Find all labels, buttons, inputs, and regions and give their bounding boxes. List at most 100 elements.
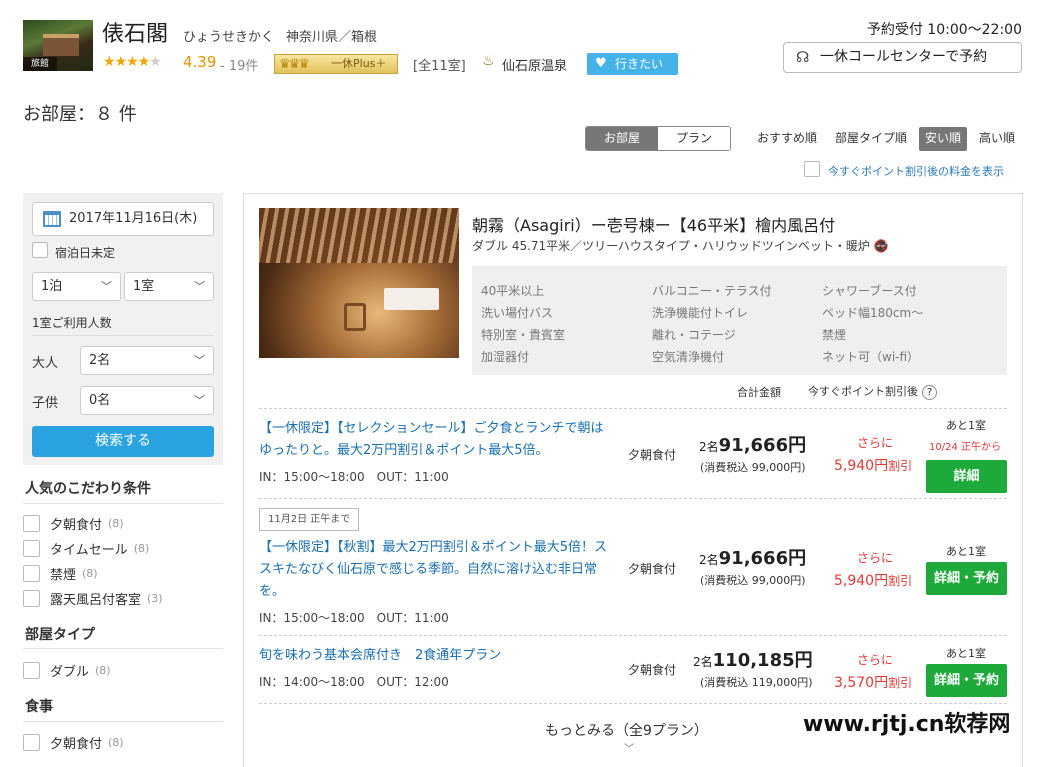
plus-badge: ♛♛♛ 一休Plus＋ [274, 54, 398, 74]
plan-detail-reserve-button[interactable]: 詳細・予約 [926, 664, 1007, 697]
filter-non-smoking[interactable]: 禁煙 (8) [23, 564, 98, 583]
plan-discount-suffix: 割引 [888, 459, 913, 473]
chevron-down-icon: ﹀ [101, 280, 112, 293]
show-more-plans-link[interactable]: もっとみる（全9プラン） [545, 720, 708, 740]
rating-stars: ★★★★★ [103, 54, 162, 70]
hotel-location[interactable]: 神奈川県／箱根 [286, 26, 377, 45]
plan-divider [259, 703, 1007, 704]
room-title[interactable]: 朝霧（Asagiri）ー壱号棟ー【46平米】檜内風呂付 [472, 212, 835, 236]
plan-deadline-tag: 11月2日 正午まで [259, 508, 360, 531]
checkin-date-field[interactable]: 2017年11月16日(木) [32, 202, 214, 236]
total-price-header: 合計金額 [737, 386, 781, 399]
plan-discount-value: 5,940円 [834, 458, 889, 474]
plan-checkin-time: IN：14:00〜18:00 OUT：12:00 [259, 675, 449, 689]
guests-label: 1室ご利用人数 [32, 316, 112, 330]
checkbox[interactable] [23, 564, 40, 582]
sort-cheap[interactable]: 安い順 [919, 127, 968, 151]
adults-label: 大人 [32, 356, 59, 371]
room-photo-chair [344, 303, 366, 331]
children-label: 子供 [32, 396, 59, 411]
point-discount-checkbox[interactable] [804, 161, 820, 177]
room-photo-bed [384, 288, 439, 310]
plan-price-value: 91,666円 [718, 548, 807, 569]
date-undecided-label[interactable]: 宿泊日未定 [55, 244, 115, 261]
filter-double[interactable]: ダブル (8) [23, 661, 111, 680]
plan-name-link[interactable]: 旬を味わう基本会席付き 2食通年プラン [259, 645, 614, 667]
plus-badge-label: 一休Plus＋ [331, 57, 387, 70]
hotel-type-tag: 旅館 [23, 57, 57, 71]
filter-label: タイムセール [50, 542, 128, 558]
plan-detail-button[interactable]: 詳細 [926, 460, 1007, 493]
hotel-thumbnail[interactable]: 旅館 [23, 20, 93, 71]
plan-price-tax: (消費税込 119,000円) [700, 676, 813, 689]
filter-time-sale[interactable]: タイムセール (8) [23, 539, 149, 558]
chevron-down-icon[interactable]: ﹀ [624, 740, 634, 755]
hotel-name: 俵石閣 [102, 22, 169, 47]
plan-further-label: さらに [857, 653, 894, 667]
plan-price: 2名91,666円 [699, 431, 806, 457]
filter-count: (8) [108, 735, 124, 749]
checkbox[interactable] [23, 539, 40, 557]
chevron-down-icon: ﹀ [194, 280, 205, 293]
nights-select[interactable]: 1泊 ﹀ [32, 272, 121, 301]
amenity: 特別室・貴賓室 [481, 328, 566, 342]
filter-label: 夕朝食付 [50, 736, 103, 752]
plan-rooms-left: あと1室 [946, 545, 986, 558]
search-button[interactable]: 検索する [32, 426, 214, 457]
plan-meal: 夕朝食付 [628, 663, 677, 677]
sort-recommended[interactable]: おすすめ順 [751, 127, 823, 151]
plan-detail-reserve-button[interactable]: 詳細・予約 [926, 562, 1007, 595]
room-photo[interactable] [259, 208, 459, 358]
rooms-heading: お部屋：８ 件 [23, 104, 137, 125]
plan-name-link[interactable]: 【一休限定】【セレクションセール】ご夕食とランチで朝はゆったりと。最大2万円割引… [259, 418, 614, 462]
adults-select[interactable]: 2名 ﹀ [80, 346, 214, 375]
no-smoking-icon: 🚭 [873, 239, 889, 253]
meal-filters-title: 食事 [25, 699, 53, 715]
wishlist-button[interactable]: ♥ 行きたい [587, 53, 678, 75]
checkbox[interactable] [23, 661, 40, 679]
plan-checkin-time: IN：15:00〜18:00 OUT：11:00 [259, 470, 449, 484]
filter-open-air-bath[interactable]: 露天風呂付客室 (3) [23, 589, 163, 608]
rooms-select[interactable]: 1室 ﹀ [124, 272, 214, 301]
call-center-label: 一休コールセンターで予約 [820, 49, 988, 65]
amenity: 40平米以上 [481, 284, 545, 298]
checkbox[interactable] [23, 589, 40, 607]
room-subtitle-text: ダブル 45.71平米／ツリーハウスタイプ・ハリウッドツインベット・暖炉 [472, 239, 870, 253]
children-value: 0名 [89, 393, 111, 408]
rating-score: 4.39 [183, 53, 217, 71]
checkbox[interactable] [23, 514, 40, 532]
plan-price-tax: (消費税込 99,000円) [700, 574, 806, 587]
view-toggle: お部屋 プラン [585, 126, 731, 151]
help-icon[interactable]: ? [922, 385, 937, 400]
point-discount-header-text: 今すぐポイント割引後 [808, 385, 918, 398]
point-discount-header: 今すぐポイント割引後? [808, 383, 937, 400]
amenity: ネット可（wi-fi） [822, 350, 920, 364]
room-photo-ceiling [259, 208, 459, 263]
plan-people: 2名 [699, 440, 719, 454]
filter-label: 露天風呂付客室 [50, 592, 142, 608]
sort-expensive[interactable]: 高い順 [973, 127, 1021, 151]
point-discount-label[interactable]: 今すぐポイント割引後の料金を表示 [828, 163, 1004, 179]
review-count-link[interactable]: - 19件 [220, 55, 258, 74]
plan-discount-suffix: 割引 [888, 574, 913, 588]
filter-label: ダブル [50, 664, 90, 680]
divider [23, 721, 223, 722]
checkbox[interactable] [23, 733, 40, 751]
sort-room-type[interactable]: 部屋タイプ順 [829, 127, 913, 151]
children-select[interactable]: 0名 ﹀ [80, 386, 214, 415]
date-undecided-checkbox[interactable] [32, 242, 48, 258]
filter-dinner-breakfast[interactable]: 夕朝食付 (8) [23, 514, 124, 533]
crown-icon: ♛♛♛ [279, 57, 310, 72]
star-off-icon: ★ [149, 54, 162, 70]
amenity: バルコニー・テラス付 [652, 284, 772, 298]
plan-rooms-left: あと1室 [946, 647, 986, 660]
tab-rooms[interactable]: お部屋 [586, 127, 658, 150]
tab-plans[interactable]: プラン [658, 127, 730, 150]
filter-count: (3) [147, 591, 163, 605]
call-center-button[interactable]: ☊ 一休コールセンターで予約 [783, 42, 1022, 73]
plan-name-link[interactable]: 【一休限定】【秋割】最大2万円割引＆ポイント最大5倍！ススキたなびく仙石原で感じ… [259, 537, 614, 603]
amenity: 離れ・コテージ [652, 328, 736, 342]
plan-price-value: 91,666円 [718, 435, 807, 456]
filter-meal-dinner-breakfast[interactable]: 夕朝食付 (8) [23, 733, 124, 752]
onsen-name[interactable]: 仙石原温泉 [502, 55, 567, 74]
